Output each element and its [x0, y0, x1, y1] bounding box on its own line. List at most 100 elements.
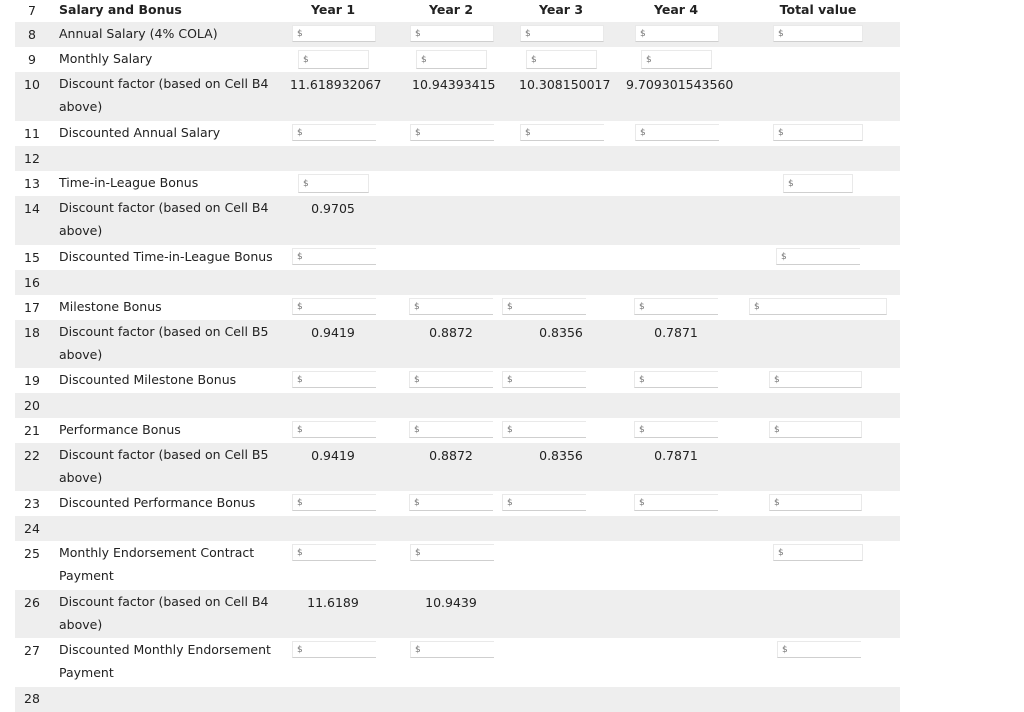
row-monthly-salary: 9 Monthly Salary [15, 47, 900, 72]
column-header-year-4: Year 4 [653, 2, 699, 17]
discounted-salary-year-4-input[interactable] [635, 124, 719, 141]
discount-factor-year-2: 10.9439 [425, 595, 477, 610]
row-discount-factor-milestone: 18 Discount factor (based on Cell B5 abo… [15, 320, 900, 368]
discounted-performance-year-2-input[interactable] [409, 494, 493, 511]
row-label: Discounted Time-in-League Bonus [59, 249, 273, 264]
column-header-year-2: Year 2 [428, 2, 474, 17]
row-number: 13 [24, 176, 40, 191]
row-number: 15 [24, 250, 40, 265]
performance-year-1-input[interactable] [292, 421, 376, 438]
row-spacer: 24 [15, 516, 900, 541]
discounted-milestone-year-1-input[interactable] [292, 371, 376, 388]
discount-factor-year-2: 0.8872 [429, 448, 473, 463]
row-milestone-bonus: 17 Milestone Bonus [15, 295, 900, 320]
discounted-time-in-league-year-1-input[interactable] [292, 248, 376, 265]
discounted-salary-total-input[interactable] [773, 124, 863, 141]
performance-total-input[interactable] [769, 421, 862, 438]
milestone-year-2-input[interactable] [409, 298, 493, 315]
row-performance-bonus: 21 Performance Bonus [15, 418, 900, 443]
discounted-performance-total-input[interactable] [769, 494, 862, 511]
row-number: 12 [24, 151, 40, 166]
time-in-league-total-input[interactable] [783, 174, 853, 193]
milestone-total-input[interactable] [749, 298, 887, 315]
discount-factor-year-3: 10.308150017 [519, 77, 611, 92]
column-header-total-value: Total value [779, 2, 857, 17]
row-number: 19 [24, 373, 40, 388]
row-number: 28 [24, 691, 40, 706]
column-header-year-1: Year 1 [310, 2, 356, 17]
discounted-performance-year-1-input[interactable] [292, 494, 376, 511]
performance-year-2-input[interactable] [409, 421, 493, 438]
row-number: 10 [24, 77, 40, 92]
row-number: 26 [24, 595, 40, 610]
row-number: 7 [28, 3, 36, 18]
milestone-year-1-input[interactable] [292, 298, 376, 315]
row-number: 9 [28, 52, 36, 67]
row-label: Annual Salary (4% COLA) [59, 26, 218, 41]
row-number: 24 [24, 521, 40, 536]
row-discount-factor-salary: 10 Discount factor (based on Cell B4 abo… [15, 72, 900, 121]
discounted-performance-year-3-input[interactable] [502, 494, 586, 511]
discounted-salary-year-2-input[interactable] [410, 124, 494, 141]
discounted-milestone-year-2-input[interactable] [409, 371, 493, 388]
discounted-milestone-year-4-input[interactable] [634, 371, 718, 388]
milestone-year-3-input[interactable] [502, 298, 586, 315]
discount-factor-year-1: 0.9419 [311, 448, 355, 463]
performance-year-4-input[interactable] [634, 421, 718, 438]
row-monthly-endorsement-payment: 25 Monthly Endorsement Contract Payment [15, 541, 900, 590]
endorsement-year-1-input[interactable] [292, 544, 376, 561]
discount-factor-year-1: 11.618932067 [290, 77, 382, 92]
monthly-salary-year-1-input[interactable] [298, 50, 369, 69]
annual-salary-year-1-input[interactable] [292, 25, 376, 42]
row-discounted-monthly-endorsement-payment: 27 Discounted Monthly Endorsement Paymen… [15, 638, 900, 687]
annual-salary-year-2-input[interactable] [410, 25, 494, 42]
discount-factor-year-3: 0.8356 [539, 325, 583, 340]
header-row: 7 Salary and Bonus Information: Year 1 Y… [15, 0, 900, 40]
row-label: Discount factor (based on Cell B5 above) [59, 324, 269, 362]
discounted-endorsement-total-input[interactable] [777, 641, 861, 658]
row-number: 22 [24, 448, 40, 463]
row-label: Discount factor (based on Cell B4 above) [59, 594, 269, 632]
discount-factor-year-4: 0.7871 [654, 325, 698, 340]
monthly-salary-year-2-input[interactable] [416, 50, 487, 69]
row-label: Discounted Monthly Endorsement Payment [59, 642, 271, 680]
annual-salary-year-4-input[interactable] [635, 25, 719, 42]
row-label: Monthly Salary [59, 51, 153, 66]
monthly-salary-year-3-input[interactable] [526, 50, 597, 69]
row-number: 16 [24, 275, 40, 290]
discount-factor-year-1: 0.9705 [311, 201, 355, 216]
row-number: 18 [24, 325, 40, 340]
row-discounted-milestone-bonus: 19 Discounted Milestone Bonus [15, 368, 900, 393]
discounted-time-in-league-total-input[interactable] [776, 248, 860, 265]
discounted-milestone-total-input[interactable] [769, 371, 862, 388]
row-discount-factor-time-in-league: 14 Discount factor (based on Cell B4 abo… [15, 196, 900, 245]
annual-salary-year-3-input[interactable] [520, 25, 604, 42]
column-header-year-3: Year 3 [538, 2, 584, 17]
row-label: Discount factor (based on Cell B4 above) [59, 200, 269, 238]
row-label: Discounted Performance Bonus [59, 495, 256, 510]
monthly-salary-year-4-input[interactable] [641, 50, 712, 69]
row-discount-factor-endorsement: 26 Discount factor (based on Cell B4 abo… [15, 590, 900, 638]
row-number: 27 [24, 643, 40, 658]
performance-year-3-input[interactable] [502, 421, 586, 438]
row-number: 8 [28, 27, 36, 42]
discounted-salary-year-3-input[interactable] [520, 124, 604, 141]
row-spacer: 16 [15, 270, 900, 295]
discounted-endorsement-year-1-input[interactable] [292, 641, 376, 658]
row-label: Time-in-League Bonus [59, 175, 199, 190]
discount-factor-year-1: 11.6189 [307, 595, 359, 610]
discount-factor-year-4: 9.709301543560 [626, 77, 734, 92]
row-number: 14 [24, 201, 40, 216]
milestone-year-4-input[interactable] [634, 298, 718, 315]
annual-salary-total-input[interactable] [773, 25, 863, 42]
discounted-milestone-year-3-input[interactable] [502, 371, 586, 388]
endorsement-year-2-input[interactable] [410, 544, 494, 561]
row-number: 21 [24, 423, 40, 438]
time-in-league-year-1-input[interactable] [298, 174, 369, 193]
endorsement-total-input[interactable] [773, 544, 863, 561]
discounted-endorsement-year-2-input[interactable] [410, 641, 494, 658]
discounted-salary-year-1-input[interactable] [292, 124, 376, 141]
discounted-performance-year-4-input[interactable] [634, 494, 718, 511]
row-label: Monthly Endorsement Contract Payment [59, 545, 255, 583]
row-number: 20 [24, 398, 40, 413]
